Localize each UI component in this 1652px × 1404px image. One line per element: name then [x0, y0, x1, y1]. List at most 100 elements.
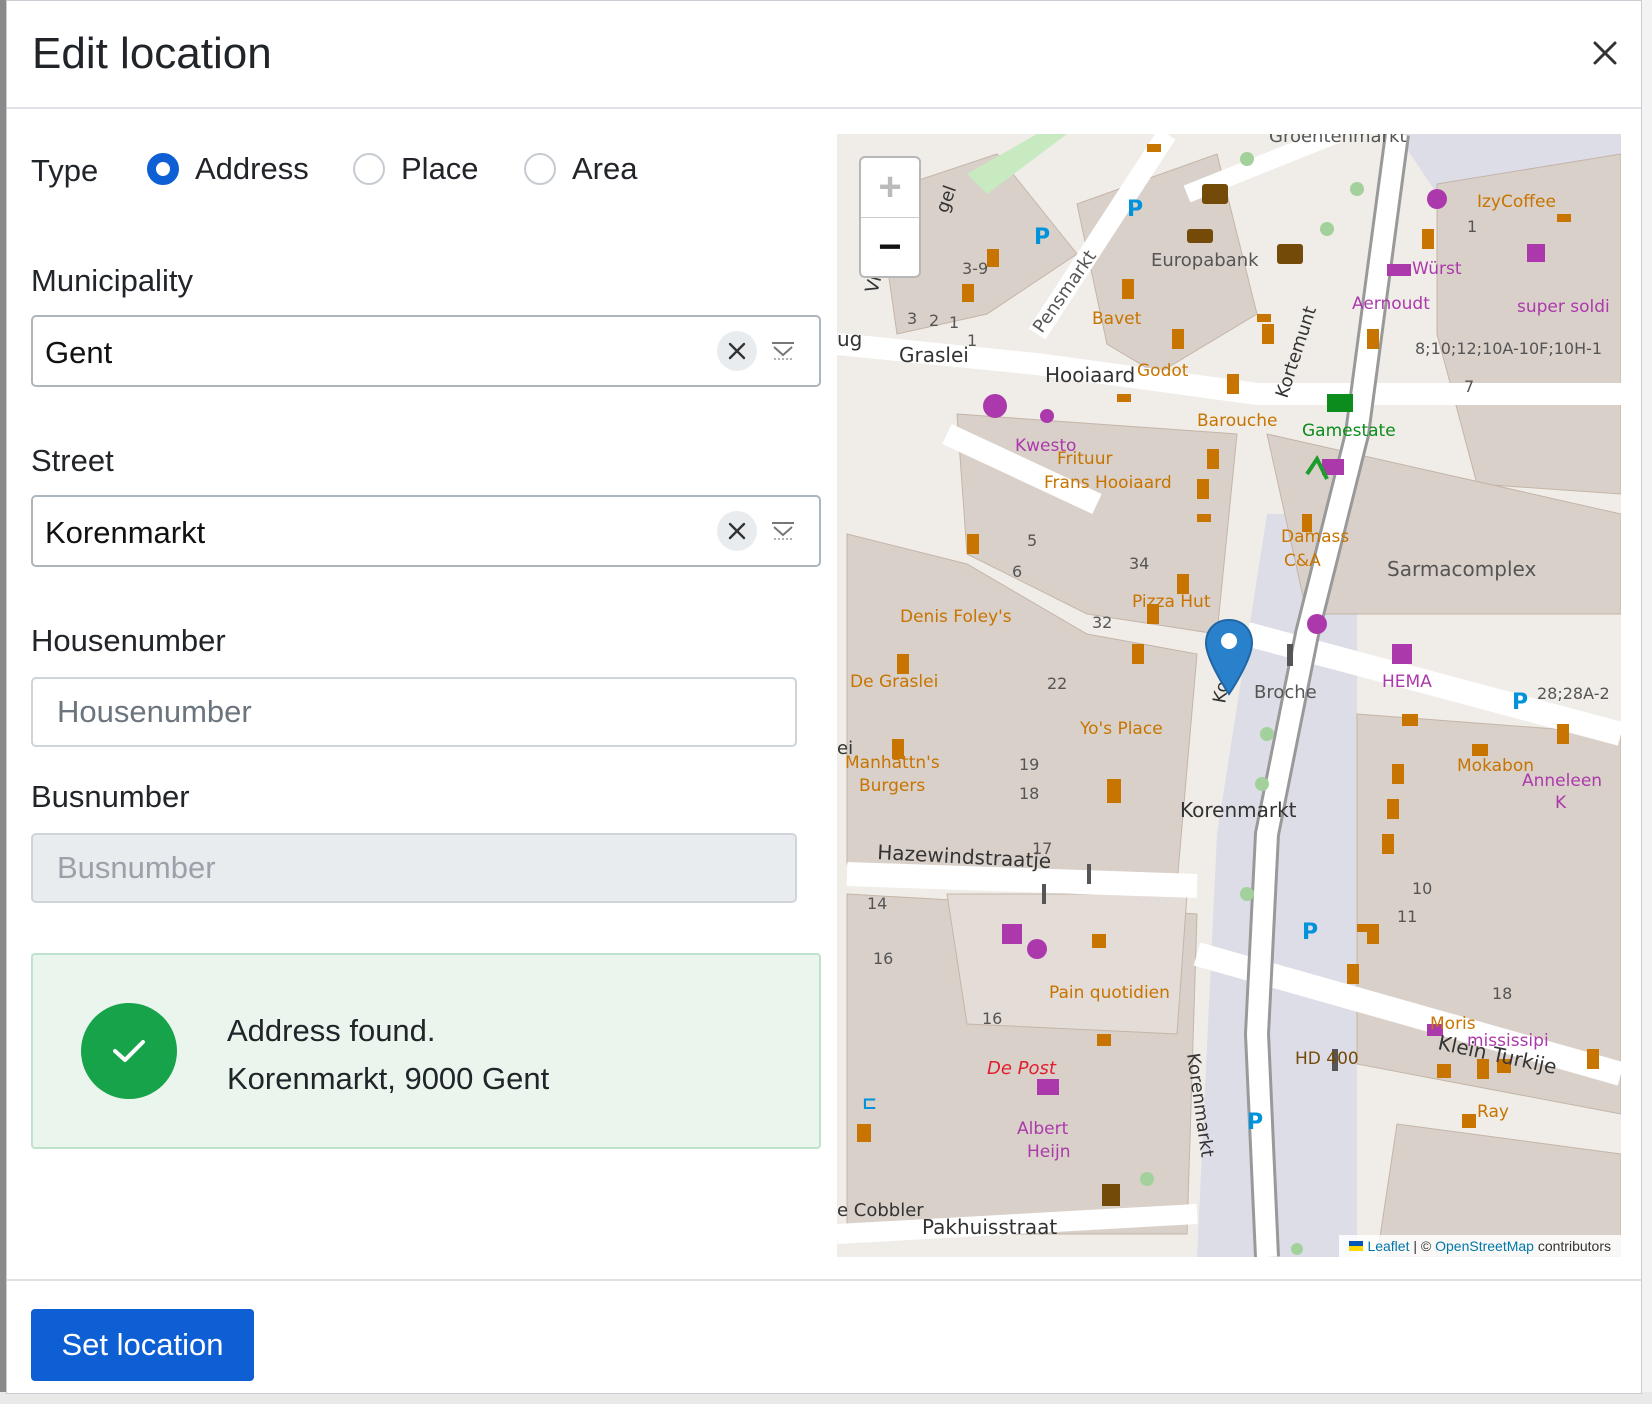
street-clear-button[interactable] — [717, 511, 757, 551]
map-label: De Post — [987, 1058, 1057, 1079]
map-label: 1 — [1467, 217, 1477, 236]
map-label: 11 — [1397, 907, 1417, 926]
map-label: Broche — [1254, 682, 1317, 703]
map-label: C&A — [1284, 551, 1321, 571]
map-label: Ray — [1477, 1102, 1509, 1122]
map-container[interactable]: P P P P P ⊏ Groentenmarkt Europabank Pen… — [837, 134, 1621, 1257]
zoom-in-button[interactable]: + — [861, 158, 919, 218]
radio-area-label: Area — [572, 151, 638, 186]
municipality-select[interactable]: Gent — [31, 315, 821, 387]
edit-location-dialog: Edit location Type Address Place Area Mu… — [6, 0, 1642, 1394]
map-label: Pizza Hut — [1132, 592, 1211, 612]
map-label: super soldi — [1517, 297, 1610, 317]
zoom-control: + − — [859, 156, 921, 278]
map-label: 8;10;12;10A-10F;10H-1 — [1415, 339, 1602, 358]
map-label: 1 — [967, 331, 977, 350]
map-label: Europabank — [1151, 250, 1259, 271]
street-value: Korenmarkt — [45, 515, 206, 550]
map-attribution: Leaflet | © OpenStreetMap contributors — [1339, 1235, 1621, 1257]
dialog-footer: Set location — [7, 1279, 1641, 1395]
housenumber-label: Housenumber — [31, 623, 226, 658]
map-label: 16 — [982, 1009, 1002, 1028]
map-label: Pain quotidien — [1049, 983, 1170, 1003]
map-label: 5 — [1027, 531, 1037, 550]
radio-place-label: Place — [401, 151, 479, 186]
map-label: Pakhuisstraat — [922, 1215, 1057, 1239]
map-label: Godot — [1137, 361, 1189, 381]
dropdown-caret-icon[interactable] — [769, 517, 797, 545]
dialog-body: Type Address Place Area Municipality Gen… — [7, 109, 1641, 1279]
map-label: e Cobbler — [837, 1200, 924, 1221]
svg-text:P: P — [1034, 225, 1050, 250]
radio-address[interactable]: Address — [147, 151, 309, 187]
map-label: Barouche — [1197, 411, 1277, 431]
radio-area[interactable]: Area — [524, 151, 637, 187]
svg-text:P: P — [1512, 690, 1528, 715]
dropdown-caret-icon[interactable] — [769, 337, 797, 365]
dialog-header: Edit location — [7, 1, 1641, 109]
map-label: 1 — [949, 313, 959, 332]
map-label: Frans Hooiaard — [1044, 473, 1172, 493]
map-label: 18 — [1019, 784, 1039, 803]
map-label: 6 — [1012, 562, 1022, 581]
map-label: 17 — [1032, 839, 1052, 858]
map-label: Groentenmarkt — [1269, 134, 1406, 147]
ukraine-flag-icon — [1349, 1241, 1364, 1251]
map-label: Denis Foley's — [900, 607, 1012, 627]
map-label: Anneleen — [1522, 771, 1602, 791]
map-label: Burgers — [859, 776, 925, 796]
svg-text:⊏: ⊏ — [862, 1093, 877, 1114]
map-label: 16 — [873, 949, 893, 968]
map-label: 22 — [1047, 674, 1067, 693]
map-label: 3-9 — [962, 259, 988, 278]
map-label: mississipi — [1467, 1031, 1549, 1051]
attribution-separator: | © — [1409, 1238, 1436, 1254]
map-label: Hooiaard — [1045, 363, 1135, 387]
street-label: Street — [31, 443, 114, 478]
street-select[interactable]: Korenmarkt — [31, 495, 821, 567]
svg-text:P: P — [1247, 1110, 1263, 1135]
type-label: Type — [31, 153, 99, 188]
map-label: Sarmacomplex — [1387, 557, 1536, 581]
clear-icon — [728, 342, 746, 360]
map-label: De Graslei — [850, 672, 938, 692]
set-location-button[interactable]: Set location — [31, 1309, 254, 1381]
map-label: 2 — [929, 311, 939, 330]
map-label: Aernoudt — [1352, 294, 1430, 314]
svg-text:P: P — [1127, 197, 1143, 222]
municipality-label: Municipality — [31, 263, 193, 298]
dialog-title: Edit location — [32, 29, 272, 78]
map-label: 28;28A-2 — [1537, 684, 1610, 703]
busnumber-label: Busnumber — [31, 779, 190, 814]
close-button[interactable] — [1581, 29, 1629, 77]
map-label: Bavet — [1092, 309, 1142, 329]
map-label: 10 — [1412, 879, 1432, 898]
map-label: IzyCoffee — [1477, 192, 1556, 212]
map-label: 3 — [907, 309, 917, 328]
radio-area-input[interactable] — [524, 153, 556, 185]
radio-place-input[interactable] — [353, 153, 385, 185]
map-label: Kwesto — [1015, 436, 1076, 456]
map-label: Albert — [1017, 1119, 1069, 1139]
map-label: 18 — [1492, 984, 1512, 1003]
map-label: 7 — [1464, 377, 1474, 396]
location-marker-icon[interactable] — [1203, 618, 1255, 696]
map-label: 34 — [1129, 554, 1149, 573]
alert-address: Korenmarkt, 9000 Gent — [227, 1061, 550, 1096]
map-label: 32 — [1092, 613, 1112, 632]
municipality-clear-button[interactable] — [717, 331, 757, 371]
radio-place[interactable]: Place — [353, 151, 479, 187]
radio-address-input[interactable] — [147, 153, 179, 185]
leaflet-link[interactable]: Leaflet — [1367, 1238, 1409, 1254]
map-label: Manhattn's — [845, 753, 940, 773]
openstreetmap-link[interactable]: OpenStreetMap — [1435, 1238, 1534, 1254]
attribution-suffix: contributors — [1533, 1238, 1611, 1254]
clear-icon — [728, 522, 746, 540]
map-label: Korenmarkt — [1180, 798, 1297, 822]
map-label: Heijn — [1027, 1142, 1070, 1162]
map-label: 19 — [1019, 755, 1039, 774]
housenumber-input[interactable] — [31, 677, 797, 747]
zoom-out-button[interactable]: − — [861, 218, 919, 276]
map-label: Würst — [1412, 259, 1462, 279]
address-found-alert: Address found. Korenmarkt, 9000 Gent — [31, 953, 821, 1149]
